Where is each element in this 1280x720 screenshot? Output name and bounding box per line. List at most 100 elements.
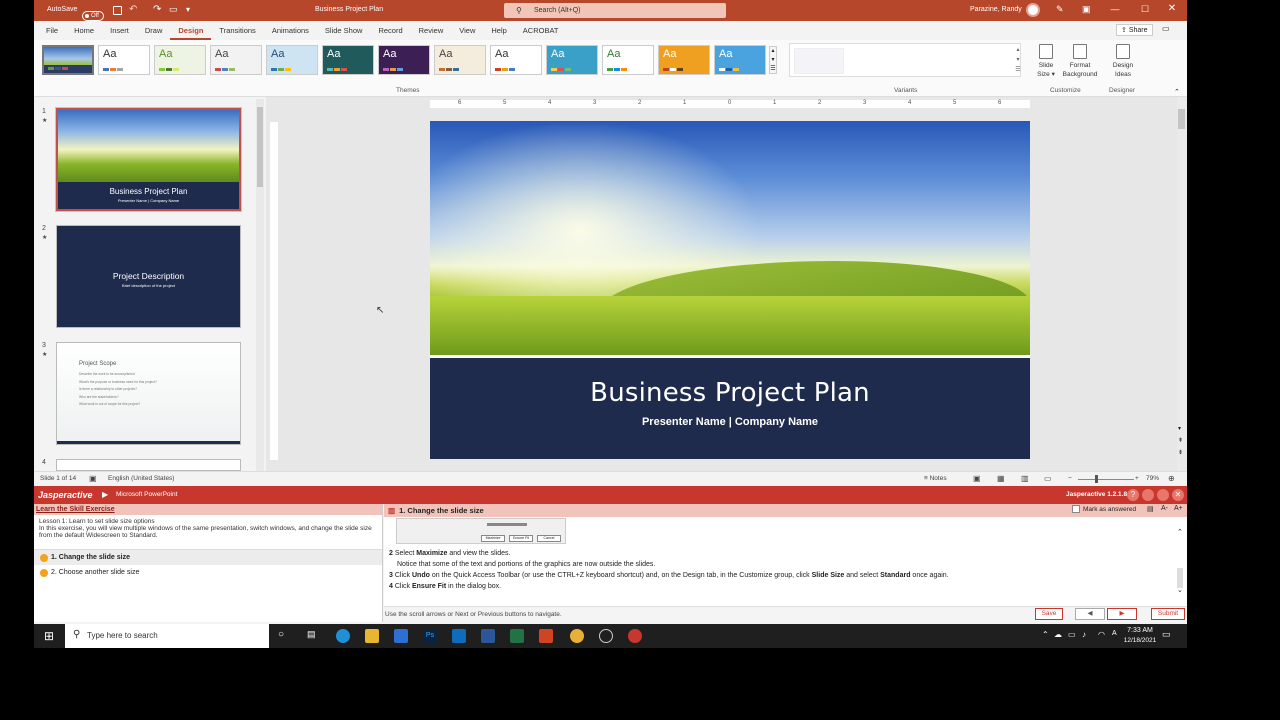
tab-transitions[interactable]: Transitions <box>211 21 263 40</box>
notification-icon[interactable]: ▭ <box>1162 629 1171 640</box>
powerpoint-icon[interactable] <box>539 629 553 643</box>
theme-thumbnail[interactable]: Aa <box>322 45 374 75</box>
share-button[interactable]: ⇪ Share <box>1116 24 1153 36</box>
tab-animations[interactable]: Animations <box>264 21 317 40</box>
tab-draw[interactable]: Draw <box>137 21 171 40</box>
store-icon[interactable] <box>394 629 408 643</box>
minimize-button[interactable]: — <box>1100 4 1130 14</box>
tab-help[interactable]: Help <box>483 21 514 40</box>
reading-view-icon[interactable]: ▥ <box>1021 474 1029 483</box>
variant-thumb[interactable] <box>794 48 844 74</box>
clock-app-icon[interactable] <box>599 629 613 643</box>
task-item-2[interactable]: 2. Choose another slide size <box>34 565 382 580</box>
minimize-icon[interactable] <box>1142 489 1154 501</box>
scroll-down-icon[interactable]: ▾ <box>1178 425 1181 432</box>
theme-thumbnail[interactable]: Aa <box>658 45 710 75</box>
normal-view-icon[interactable]: ▣ <box>973 474 981 483</box>
word-icon[interactable] <box>481 629 495 643</box>
submit-button[interactable]: Submit <box>1151 608 1185 620</box>
scroll-up-icon[interactable]: ⌃ <box>1177 528 1183 536</box>
previous-button[interactable]: ◀ <box>1075 608 1105 620</box>
accessibility-icon[interactable]: ▣ <box>89 474 97 483</box>
slide-size-button[interactable]: Slide Size ▾ <box>1034 44 1058 79</box>
slide-canvas[interactable]: Business Project Plan Presenter Name | C… <box>430 121 1030 459</box>
ime-icon[interactable]: A <box>1112 630 1117 637</box>
theme-thumbnail[interactable]: Aa <box>98 45 150 75</box>
network-icon[interactable]: ▭ <box>1068 630 1076 639</box>
editor-scrollbar[interactable]: ▾ ⇞ ⇟ <box>1177 97 1187 471</box>
cortana-icon[interactable]: ○ <box>278 629 284 640</box>
volume-icon[interactable]: ♪ <box>1082 630 1086 639</box>
zoom-in-icon[interactable]: + <box>1135 475 1139 482</box>
thumbnail-scrollbar[interactable] <box>256 99 264 471</box>
close-button[interactable]: ✕ <box>1157 3 1187 14</box>
scroll-thumb[interactable] <box>1178 109 1185 129</box>
zoom-percent[interactable]: 79% <box>1146 475 1159 482</box>
present-icon[interactable]: ▭ <box>169 4 178 15</box>
tab-insert[interactable]: Insert <box>102 21 137 40</box>
search-box[interactable]: ⚲ Search (Alt+Q) <box>504 3 726 18</box>
prev-slide-icon[interactable]: ⇞ <box>1178 437 1183 444</box>
tab-file[interactable]: File <box>38 21 66 40</box>
theme-thumbnail[interactable] <box>42 45 94 75</box>
zoom-handle[interactable] <box>1095 475 1098 483</box>
next-button[interactable]: ▶ <box>1107 608 1137 620</box>
tray-chevron-icon[interactable]: ⌃ <box>1042 630 1049 639</box>
avatar[interactable] <box>1026 3 1040 17</box>
undo-icon[interactable]: ↶ <box>129 4 137 15</box>
outlook-icon[interactable] <box>452 629 466 643</box>
task-view-icon[interactable]: ▤ <box>307 629 316 640</box>
edge-icon[interactable] <box>336 629 350 643</box>
excel-icon[interactable] <box>510 629 524 643</box>
collapse-ribbon-icon[interactable]: ⌃ <box>1174 88 1180 96</box>
zoom-out-icon[interactable]: − <box>1068 475 1072 482</box>
theme-thumbnail[interactable]: Aa <box>378 45 430 75</box>
slideshow-icon[interactable]: ▭ <box>1044 474 1052 483</box>
font-larger-icon[interactable]: A+ <box>1174 505 1183 512</box>
print-icon[interactable]: ▤ <box>1147 505 1154 513</box>
next-slide-icon[interactable]: ⇟ <box>1178 449 1183 456</box>
variants-scroll[interactable]: ▴ ▾ ☰ <box>1014 45 1022 77</box>
slide-thumbnail-4[interactable] <box>56 459 241 471</box>
theme-thumbnail[interactable]: Aa <box>602 45 654 75</box>
customize-qat-icon[interactable]: ▾ <box>186 5 190 14</box>
scroll-down-icon[interactable]: ⌄ <box>1177 586 1183 594</box>
fit-slide-icon[interactable]: ⊕ <box>1168 474 1175 483</box>
pen-icon[interactable]: ✎ <box>1056 4 1064 15</box>
design-ideas-button[interactable]: Design Ideas <box>1108 44 1138 79</box>
theme-thumbnail[interactable]: Aa <box>266 45 318 75</box>
format-background-button[interactable]: Format Background <box>1060 44 1100 79</box>
task-item-1[interactable]: 1. Change the slide size <box>34 550 382 565</box>
theme-thumbnail[interactable]: Aa <box>490 45 542 75</box>
slide-thumbnail-1[interactable]: Business Project Plan Presenter Name | C… <box>56 108 241 211</box>
slide-thumbnail-3[interactable]: Project Scope Describe the work to be ac… <box>56 342 241 445</box>
file-explorer-icon[interactable] <box>365 629 379 643</box>
scroll-thumb[interactable] <box>1177 568 1183 588</box>
tab-review[interactable]: Review <box>411 21 452 40</box>
slide-thumbnail-2[interactable]: Project Description Brief description of… <box>56 225 241 328</box>
scroll-thumb[interactable] <box>257 107 263 187</box>
ribbon-display-icon[interactable]: ▣ <box>1082 4 1091 15</box>
tab-design[interactable]: Design <box>170 21 212 40</box>
maximize-button[interactable]: ☐ <box>1130 4 1160 15</box>
font-smaller-icon[interactable]: A- <box>1161 505 1168 512</box>
slide-title[interactable]: Business Project Plan <box>430 378 1030 408</box>
help-icon[interactable]: ? <box>1127 489 1139 501</box>
wifi-icon[interactable]: ◠ <box>1098 630 1105 639</box>
theme-thumbnail[interactable]: Aa <box>546 45 598 75</box>
instruction-scrollbar[interactable]: ⌃ ⌄ <box>1176 524 1186 596</box>
language[interactable]: English (United States) <box>108 475 174 482</box>
onedrive-icon[interactable]: ☁ <box>1054 630 1062 639</box>
theme-thumbnail[interactable]: Aa <box>714 45 766 75</box>
tab-acrobat[interactable]: ACROBAT <box>515 21 567 40</box>
comments-icon[interactable]: ▭ <box>1162 24 1170 33</box>
restore-icon[interactable] <box>1157 489 1169 501</box>
save-button[interactable]: Save <box>1035 608 1063 620</box>
save-icon[interactable] <box>113 6 122 15</box>
mark-answered-checkbox[interactable] <box>1072 505 1080 513</box>
theme-thumbnail[interactable]: Aa <box>434 45 486 75</box>
theme-thumbnail[interactable]: Aa <box>210 45 262 75</box>
theme-thumbnail[interactable]: Aa <box>154 45 206 75</box>
taskbar-search[interactable]: ⚲ Type here to search <box>65 624 269 648</box>
clock-date[interactable]: 12/18/2021 <box>1118 637 1162 644</box>
